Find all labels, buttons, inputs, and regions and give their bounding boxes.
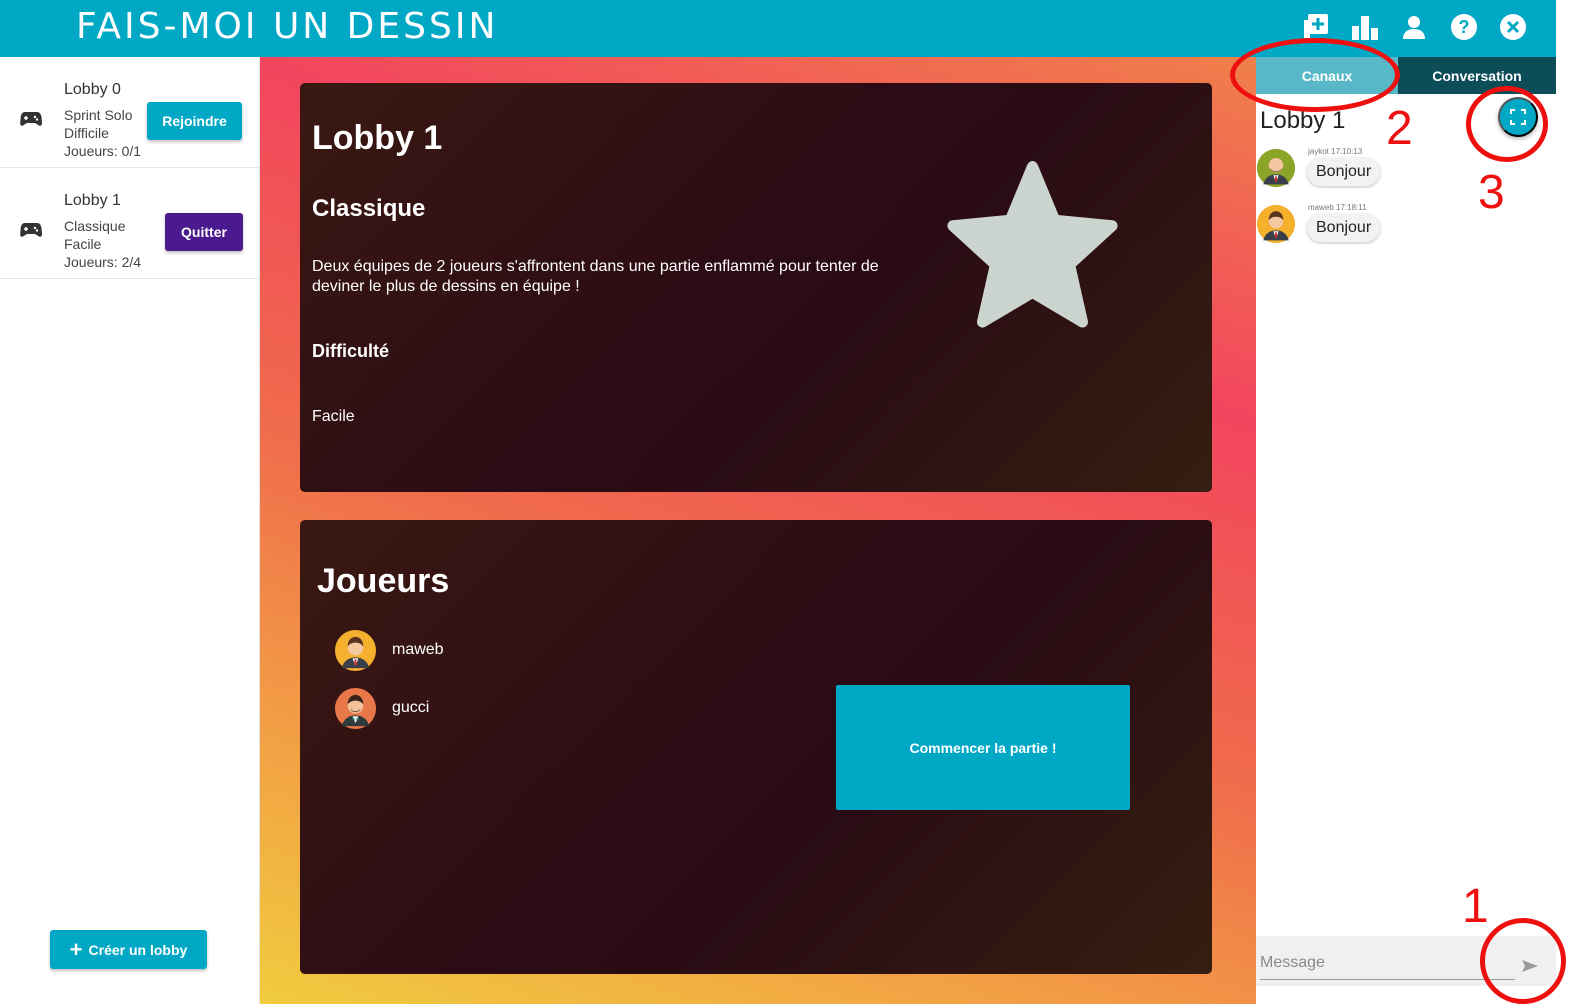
- add-lobby-icon[interactable]: [1298, 10, 1332, 44]
- avatar: [334, 629, 377, 671]
- lobby-player-count: Joueurs: 0/1: [64, 143, 142, 159]
- lobby-info-card: Lobby 1 Classique Deux équipes de 2 joue…: [300, 83, 1212, 492]
- difficulty-label: Difficulté: [312, 341, 390, 361]
- players-card: Joueurs maweb gucci Commencer la partie …: [300, 520, 1212, 974]
- lobby-name: Lobby 1: [64, 192, 121, 209]
- message-input[interactable]: [1260, 946, 1515, 980]
- avatar: [334, 687, 377, 729]
- quit-lobby-button[interactable]: Quitter: [165, 213, 243, 251]
- help-icon[interactable]: ?: [1447, 10, 1481, 44]
- player-name: gucci: [392, 699, 430, 716]
- annotation-number: 3: [1478, 166, 1505, 219]
- send-icon[interactable]: [1520, 956, 1540, 976]
- top-app-bar: FAIS-MOI UN DESSIN ?: [0, 0, 1556, 57]
- expand-chat-button[interactable]: [1498, 97, 1538, 137]
- start-game-button[interactable]: Commencer la partie !: [836, 685, 1130, 810]
- lobby-difficulty: Facile: [64, 236, 102, 252]
- annotation-number: 1: [1462, 880, 1489, 933]
- create-lobby-label: Créer un lobby: [88, 941, 188, 958]
- join-lobby-button[interactable]: Rejoindre: [147, 102, 242, 140]
- svg-text:?: ?: [1459, 17, 1470, 37]
- game-mode-description: Deux équipes de 2 joueurs s'affrontent d…: [312, 258, 879, 295]
- lobby-mode: Sprint Solo: [64, 107, 133, 123]
- lobby-main-area: Lobby 1 Classique Deux équipes de 2 joue…: [260, 57, 1256, 1004]
- gamepad-icon: [20, 223, 42, 237]
- tab-channels[interactable]: Canaux: [1256, 57, 1398, 94]
- difficulty-value: Facile: [312, 408, 355, 425]
- app-window: { "header": { "title": "FAIS-MOI UN DESS…: [0, 0, 1581, 1004]
- close-icon[interactable]: [1496, 10, 1530, 44]
- fullscreen-icon: [1510, 109, 1526, 125]
- message-composer: [1256, 936, 1556, 986]
- message-bubble: Bonjour: [1307, 158, 1381, 186]
- create-lobby-button[interactable]: + Créer un lobby: [50, 930, 207, 969]
- players-title: Joueurs: [317, 562, 450, 600]
- plus-icon: +: [69, 936, 83, 962]
- lobby-list-item: Lobby 1 Classique Facile Joueurs: 2/4 Qu…: [0, 168, 259, 279]
- avatar: [1256, 148, 1296, 188]
- lobby-difficulty: Difficile: [64, 125, 109, 141]
- annotation-number: 2: [1386, 102, 1413, 155]
- message-meta: maweb 17:18:11: [1308, 203, 1367, 212]
- message-bubble: Bonjour: [1307, 214, 1381, 242]
- chat-panel: Canaux Conversation Lobby 1 jaykot 17:10…: [1256, 57, 1556, 1004]
- profile-icon[interactable]: [1397, 10, 1431, 44]
- channel-title: Lobby 1: [1260, 107, 1346, 134]
- lobby-name: Lobby 0: [64, 81, 121, 98]
- game-mode-title: Classique: [312, 195, 426, 222]
- lobby-mode: Classique: [64, 218, 126, 234]
- lobby-player-count: Joueurs: 2/4: [64, 254, 142, 270]
- lobby-list-sidebar: Lobby 0 Sprint Solo Difficile Joueurs: 0…: [0, 57, 260, 1004]
- lobby-title: Lobby 1: [312, 119, 443, 157]
- player-row: gucci: [334, 686, 429, 730]
- tab-conversation[interactable]: Conversation: [1398, 57, 1556, 94]
- message-meta: jaykot 17:10:13: [1308, 147, 1363, 156]
- avatar: [1256, 204, 1296, 244]
- stats-icon[interactable]: [1348, 10, 1382, 44]
- star-icon: [947, 161, 1118, 328]
- lobby-list-item: Lobby 0 Sprint Solo Difficile Joueurs: 0…: [0, 57, 259, 168]
- player-name: maweb: [392, 641, 444, 658]
- player-row: maweb: [334, 628, 444, 672]
- gamepad-icon: [20, 112, 42, 126]
- app-title: FAIS-MOI UN DESSIN: [76, 6, 499, 47]
- window-edge: [1556, 0, 1581, 1004]
